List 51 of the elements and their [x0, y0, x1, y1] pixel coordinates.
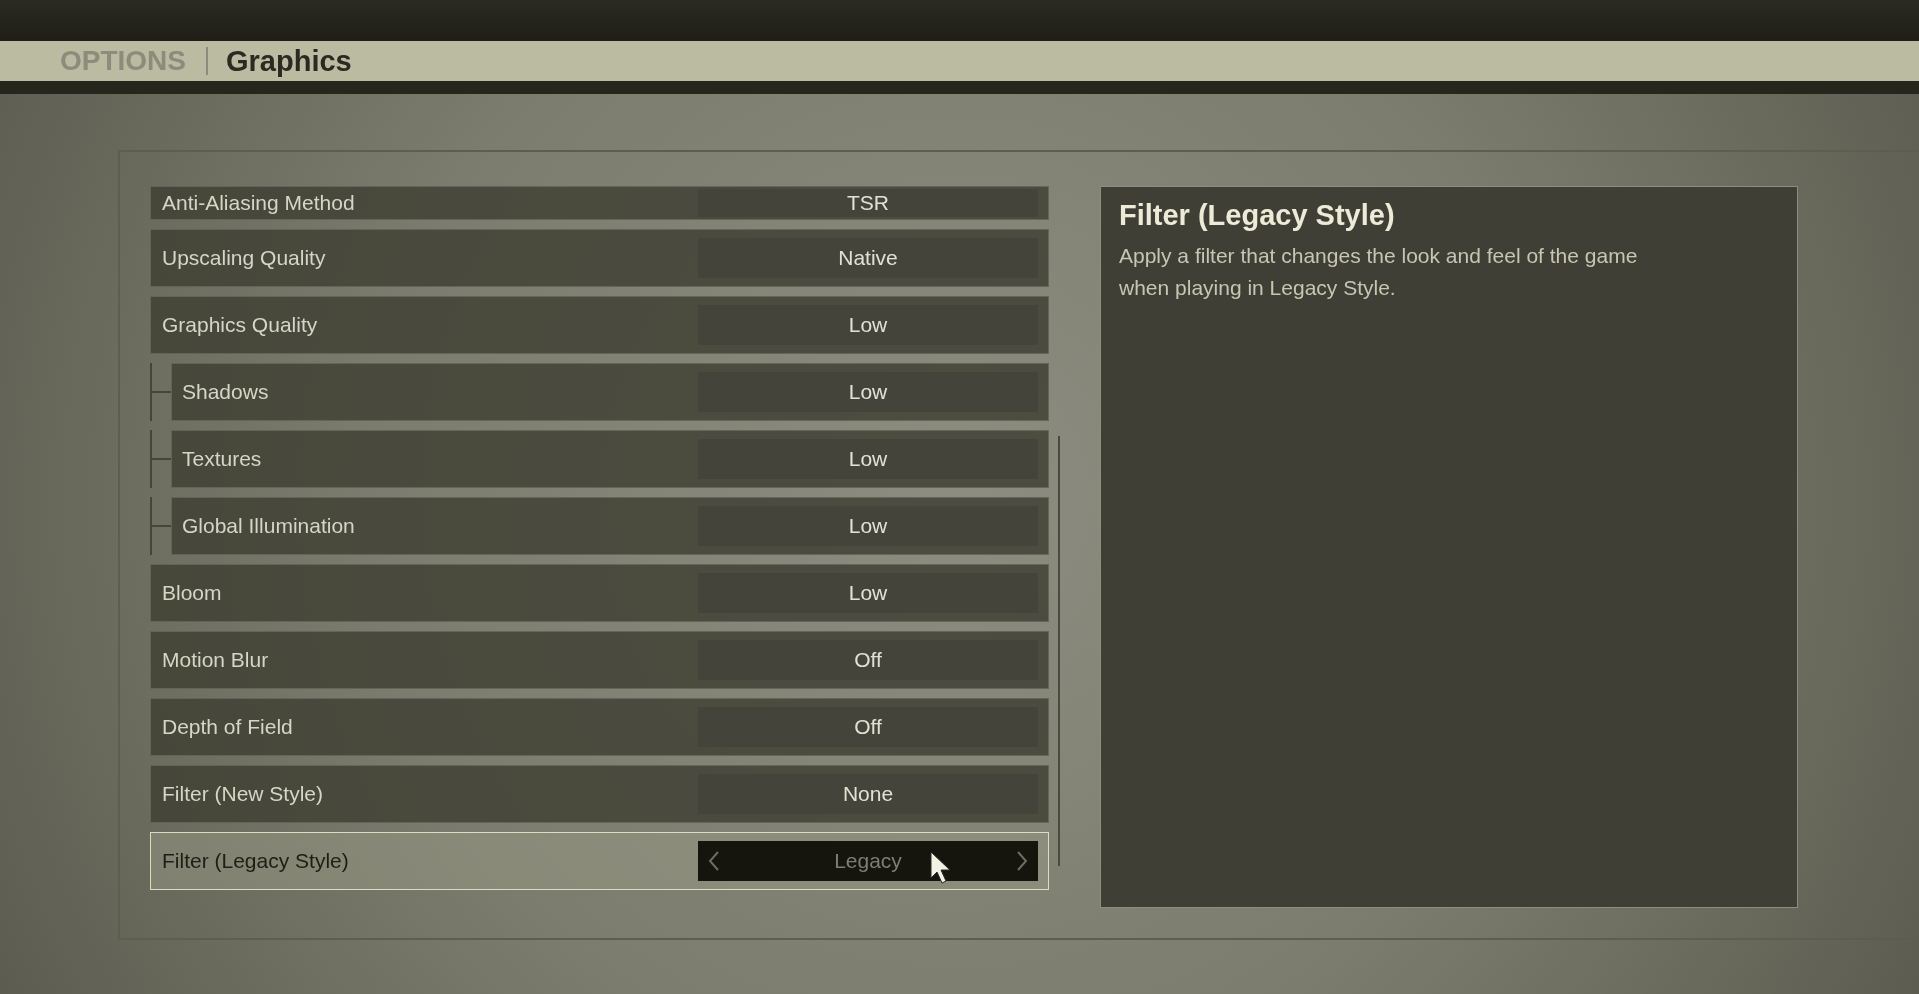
chevron-right-icon[interactable] [1016, 850, 1028, 872]
setting-label: Shadows [182, 380, 269, 404]
setting-label: Depth of Field [162, 715, 293, 739]
value-selector[interactable]: Off [698, 707, 1038, 747]
description-text: Apply a filter that changes the look and feel of the game when playing in Legacy Style. [1119, 243, 1639, 301]
value-selector[interactable]: Low [698, 305, 1038, 345]
setting-value: Low [848, 313, 888, 337]
chevron-left-icon[interactable] [708, 850, 720, 872]
setting-row[interactable]: Graphics Quality Low [150, 296, 1049, 354]
value-selector[interactable]: TSR [698, 189, 1038, 217]
setting-row[interactable]: Filter (New Style) None [150, 765, 1049, 823]
setting-value: Native [838, 246, 898, 270]
setting-value: Off [854, 715, 882, 739]
value-selector[interactable]: Low [698, 439, 1038, 479]
page-title: Graphics [225, 44, 352, 78]
setting-row[interactable]: Shadows Low [171, 363, 1049, 421]
setting-value: TSR [847, 191, 889, 215]
setting-value: Legacy [834, 849, 902, 873]
setting-row[interactable]: Bloom Low [150, 564, 1049, 622]
setting-label: Filter (New Style) [162, 782, 324, 806]
setting-label: Motion Blur [162, 648, 269, 672]
setting-value: Low [848, 380, 888, 404]
setting-row[interactable]: Textures Low [171, 430, 1049, 488]
setting-label: Global Illumination [182, 514, 355, 538]
setting-row[interactable]: Filter (Legacy Style) Legacy [150, 832, 1049, 890]
setting-row[interactable]: Upscaling Quality Native [150, 229, 1049, 287]
setting-row[interactable]: Anti-Aliasing Method TSR [150, 186, 1049, 220]
setting-label: Anti-Aliasing Method [162, 191, 355, 215]
value-selector[interactable]: Low [698, 573, 1038, 613]
setting-label: Graphics Quality [162, 313, 318, 337]
setting-label: Bloom [162, 581, 222, 605]
value-selector[interactable]: Low [698, 372, 1038, 412]
setting-value: Off [854, 648, 882, 672]
pointer-icon [930, 851, 952, 885]
setting-row[interactable]: Global Illumination Low [171, 497, 1049, 555]
value-selector[interactable]: Low [698, 506, 1038, 546]
value-selector[interactable]: Legacy [698, 841, 1038, 881]
scrollbar[interactable] [1058, 436, 1060, 866]
description-title: Filter (Legacy Style) [1119, 199, 1396, 232]
value-selector[interactable]: Off [698, 640, 1038, 680]
setting-value: Low [848, 581, 888, 605]
setting-label: Filter (Legacy Style) [162, 849, 349, 873]
value-selector[interactable]: Native [698, 238, 1038, 278]
setting-value: None [842, 782, 894, 806]
setting-label: Upscaling Quality [162, 246, 326, 270]
value-selector[interactable]: None [698, 774, 1038, 814]
setting-row[interactable]: Motion Blur Off [150, 631, 1049, 689]
setting-value: Low [848, 514, 888, 538]
setting-row[interactable]: Depth of Field Off [150, 698, 1049, 756]
setting-label: Textures [182, 447, 262, 471]
setting-value: Low [848, 447, 888, 471]
